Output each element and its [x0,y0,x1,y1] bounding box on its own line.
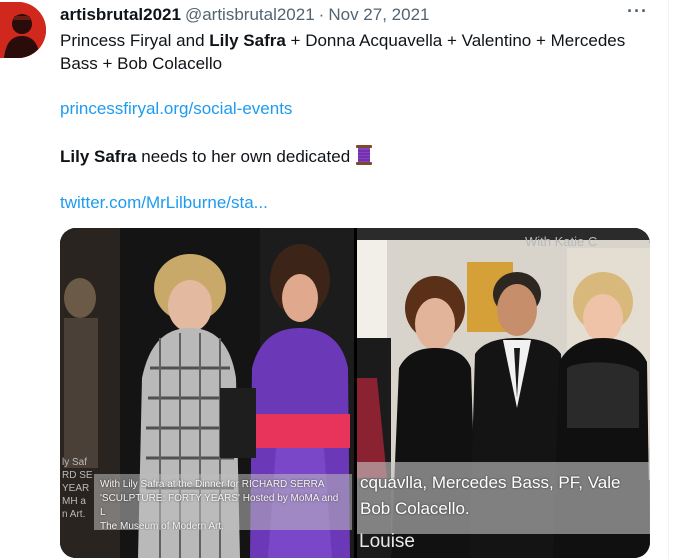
tweet-text-line1: Princess Firyal and Lily Safra + Donna A… [60,29,660,75]
photo-caption-left: With Lily Safra at the Dinner for RICHAR… [94,474,352,530]
photo-left[interactable]: ly Saf RD SE YEAR MH a n Art. With Lily … [60,228,354,558]
external-link[interactable]: princessfiryal.org/social-events [60,99,292,118]
display-name[interactable]: artisbrutal2021 [60,5,181,25]
bold-name: Lily Safra [60,147,137,166]
partial-caption-top: With Katie C [525,234,598,249]
media-grid[interactable]: ly Saf RD SE YEAR MH a n Art. With Lily … [60,228,650,558]
separator: · [318,5,325,24]
more-icon[interactable]: ··· [627,1,648,22]
photo-right[interactable]: With Katie C cquavlla, Mercedes Bass, PF… [357,228,650,558]
timeline-border [668,0,669,559]
tweet-link-2: twitter.com/MrLilburne/sta... [60,191,660,214]
external-link[interactable]: twitter.com/MrLilburne/sta... [60,193,268,212]
tweet-text-line2: Lily Safra needs to her own dedicated [60,144,660,168]
text-segment: needs to her own dedicated [136,147,351,166]
user-handle[interactable]: @artisbrutal2021 [185,5,315,25]
tweet[interactable]: artisbrutal2021 @artisbrutal2021 · Nov 2… [0,0,669,559]
avatar[interactable] [0,2,46,58]
partial-caption-bottom: Louise [359,531,415,552]
photo-caption-right: cquavlla, Mercedes Bass, PF, Vale Bob Co… [357,462,650,534]
tweet-date[interactable]: Nov 27, 2021 [328,5,429,25]
tweet-header: artisbrutal2021 @artisbrutal2021 · Nov 2… [60,4,429,26]
thread-spool-icon [354,144,374,166]
mention-name: Lily Safra [209,31,286,50]
text-segment: Princess Firyal and [60,31,210,50]
tweet-link-1: princessfiryal.org/social-events [60,97,660,120]
